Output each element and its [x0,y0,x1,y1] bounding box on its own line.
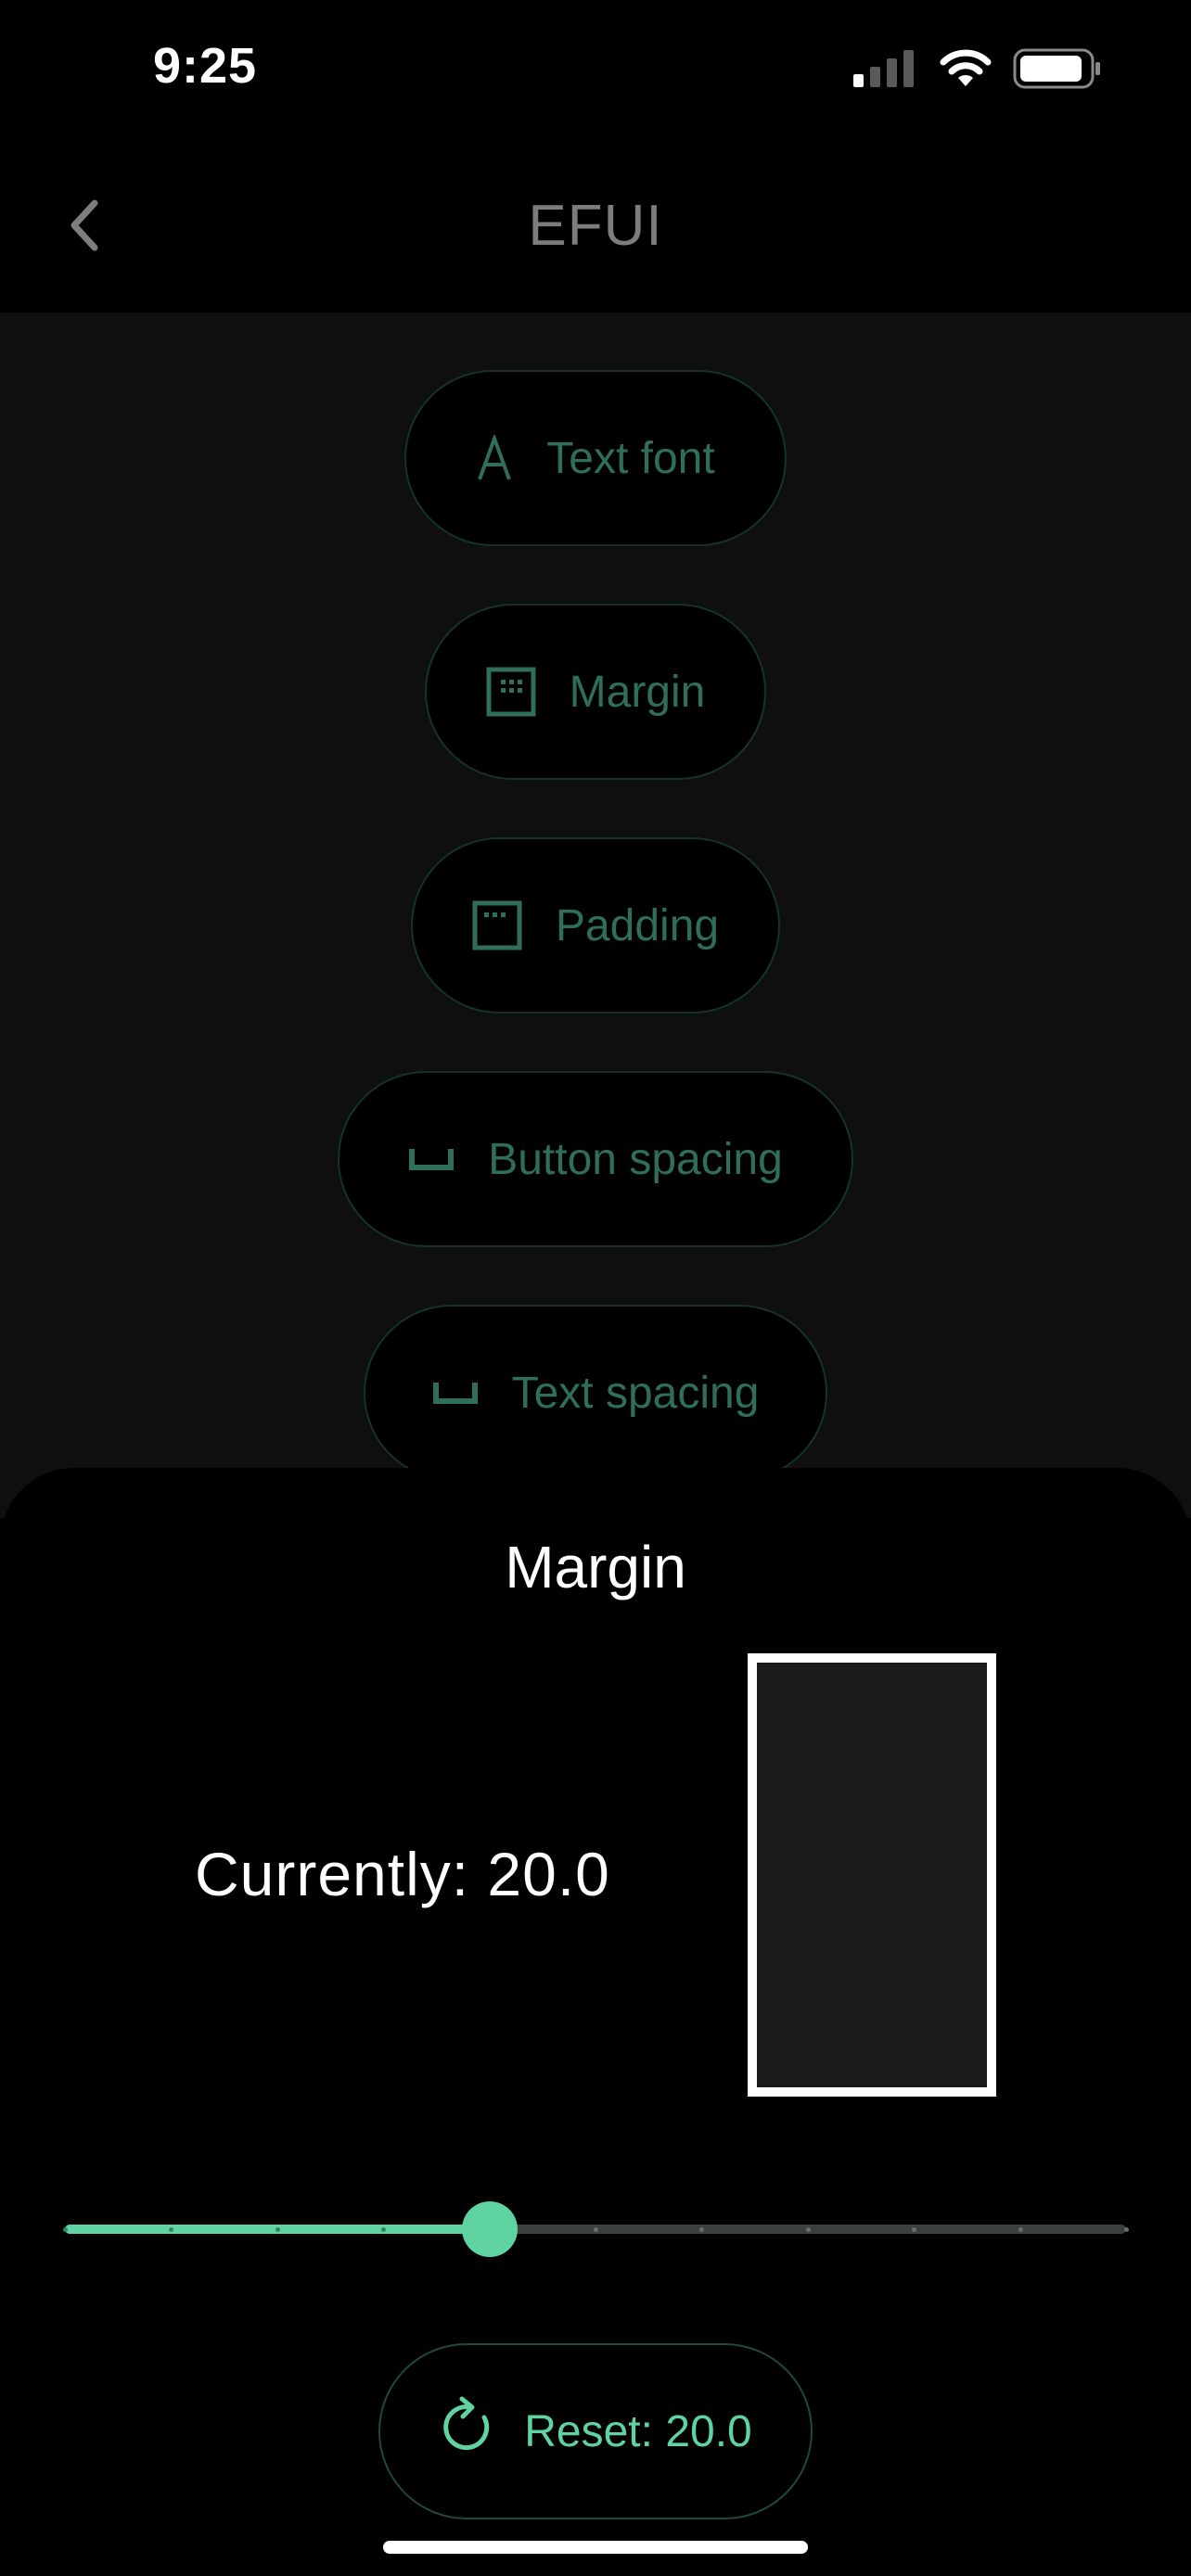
option-text-font-button[interactable]: Text font [404,370,787,546]
margin-slider[interactable] [63,2200,1129,2257]
slider-tick [275,2227,280,2232]
reset-label: Reset: 20.0 [524,2406,752,2456]
option-label: Text font [546,433,715,483]
slider-thumb[interactable] [461,2201,518,2257]
sheet-title: Margin [505,1534,686,1600]
battery-icon [1013,48,1102,94]
status-time: 9:25 [153,38,258,94]
page-title: EFUI [528,194,663,258]
option-text-spacing-button[interactable]: Text spacing [364,1305,827,1481]
option-margin-button[interactable]: Margin [425,604,766,780]
navigation-bar: EFUI [0,139,1191,312]
slider-tick [1018,2227,1023,2232]
option-label: Padding [555,900,720,950]
current-value-label: Currently: 20.0 [195,1840,610,1908]
status-bar: 9:25 [0,0,1191,139]
option-label: Text spacing [511,1368,760,1418]
option-button-spacing-button[interactable]: Button spacing [338,1071,853,1247]
margin-preview-box [748,1653,996,2097]
wifi-icon [939,49,992,93]
screen: 9:25 EFUI Text font Margin Padding Butto… [0,0,1191,2576]
cellular-signal-icon [853,50,918,92]
margin-grid-icon [486,667,536,717]
space-bracket-icon [408,1145,455,1173]
slider-tick [594,2227,598,2232]
space-bracket-icon [432,1379,479,1407]
margin-bottom-sheet: Margin Currently: 20.0 Reset: 20.0 [0,1468,1191,2576]
reset-button[interactable]: Reset: 20.0 [378,2343,813,2519]
padding-box-icon [472,900,522,950]
slider-tick [1124,2227,1129,2232]
home-indicator [383,2541,808,2554]
slider-tick [805,2227,811,2232]
option-label: Button spacing [488,1134,783,1184]
refresh-icon [439,2395,496,2468]
status-icons [853,48,1102,94]
letter-a-icon [476,435,513,481]
option-label: Margin [569,667,706,717]
option-padding-button[interactable]: Padding [411,837,780,1014]
slider-tick [63,2227,68,2232]
settings-list: Text font Margin Padding Button spacing … [0,312,1191,1518]
